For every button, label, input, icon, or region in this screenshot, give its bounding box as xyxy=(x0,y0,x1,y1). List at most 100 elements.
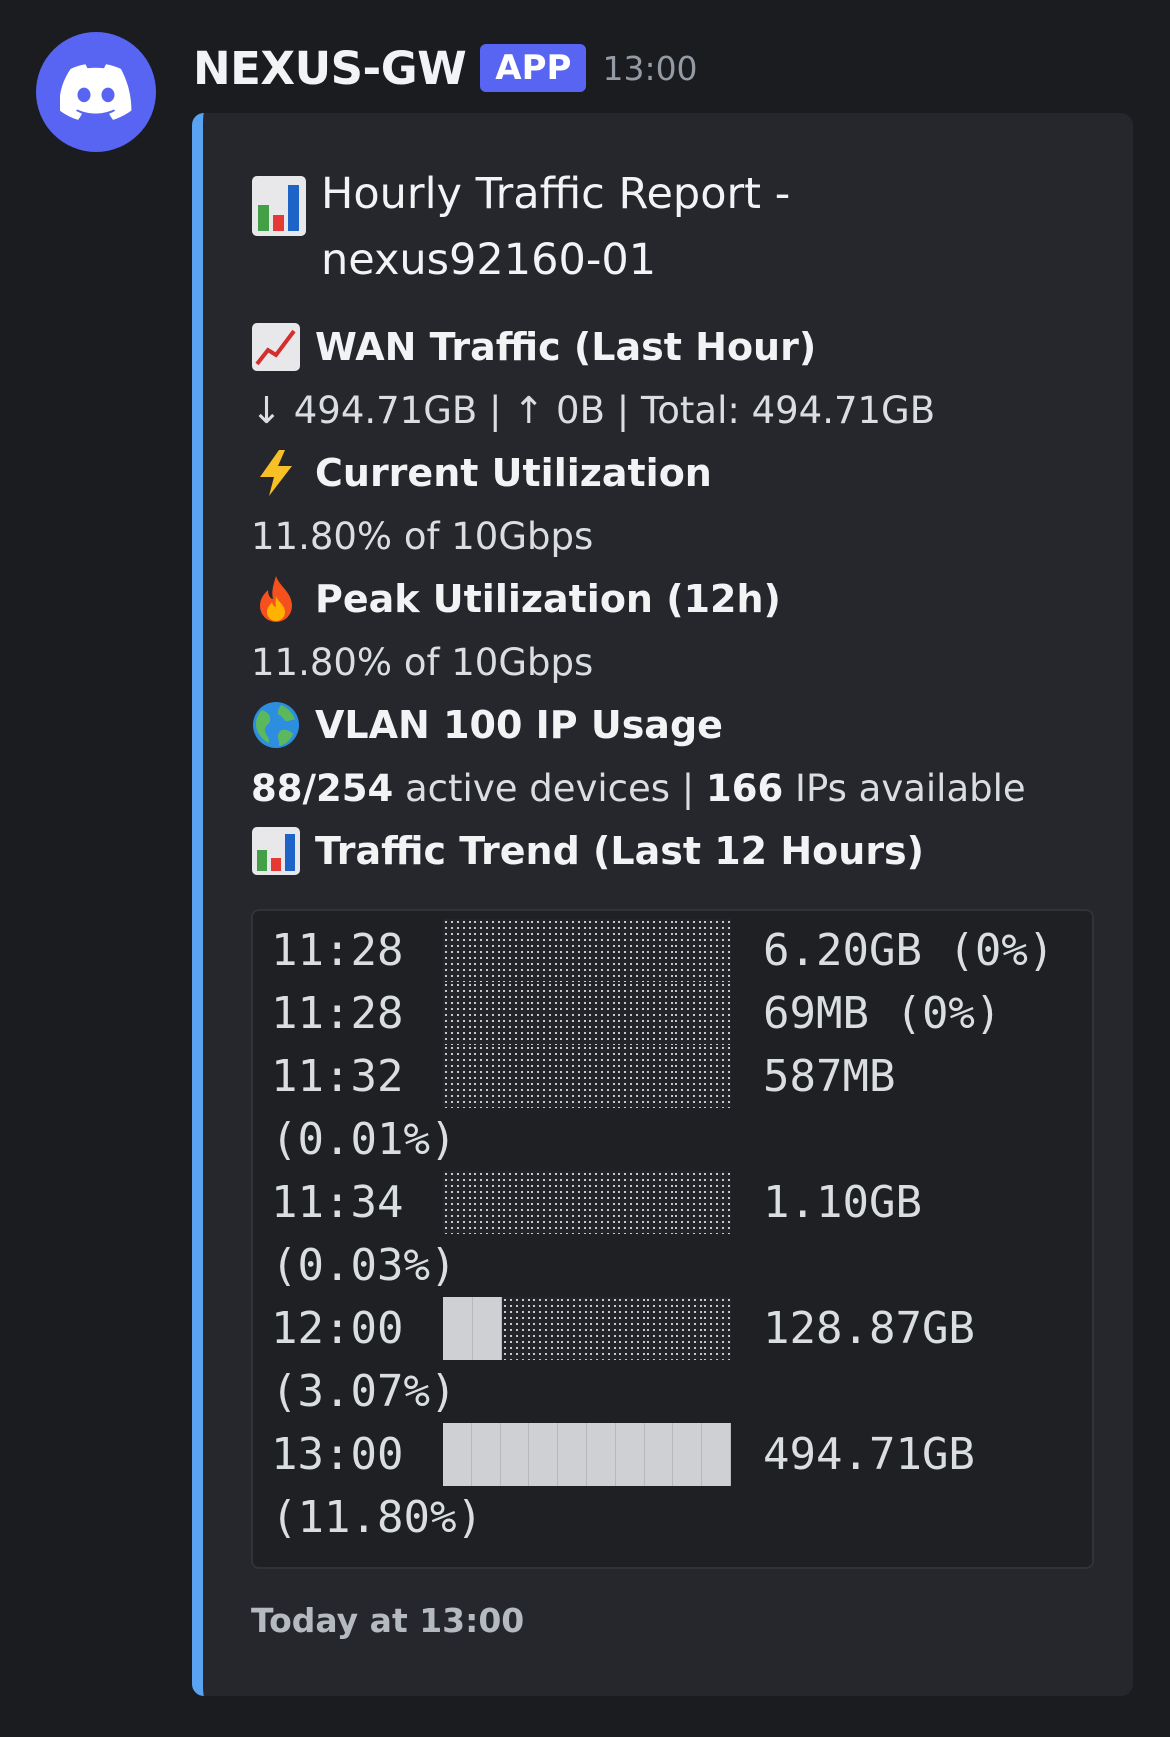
bar-cell-empty xyxy=(615,1045,645,1108)
trend-time: 12:00 xyxy=(271,1303,404,1354)
bar-cell-empty xyxy=(529,1171,559,1234)
trend-time: 11:28 xyxy=(271,925,404,976)
bar-cell-empty xyxy=(644,1171,674,1234)
field-label: Current Utilization xyxy=(315,451,712,495)
trend-percentage: (11.80%) xyxy=(271,1492,483,1543)
bar-cell-empty xyxy=(615,1171,645,1234)
bar-cell-empty xyxy=(615,919,645,982)
bar-cell-empty xyxy=(673,1171,703,1234)
bar-cell-empty xyxy=(530,1297,560,1360)
message-header: NEXUS-GW APP 13:00 xyxy=(193,38,698,98)
field-label: Traffic Trend (Last 12 Hours) xyxy=(315,829,925,873)
bar-chart-emoji-icon xyxy=(251,175,307,237)
bar-cell-empty xyxy=(615,982,645,1045)
bar-chart-emoji-icon xyxy=(251,826,301,876)
bot-avatar[interactable] xyxy=(36,32,156,152)
bar-cell-empty xyxy=(673,1045,703,1108)
bar-cell-empty xyxy=(443,1045,472,1108)
bar-cell-empty xyxy=(443,1171,472,1234)
available-ip-count: 166 xyxy=(706,766,784,810)
bar-cell-empty xyxy=(616,1297,646,1360)
bar-cell-empty xyxy=(586,982,616,1045)
embed-footer: Today at 13:00 xyxy=(251,1601,525,1640)
field-peak-utilization-value: 11.80% of 10Gbps xyxy=(251,640,594,684)
bar-cell-empty xyxy=(471,1171,501,1234)
bar-cell-empty xyxy=(500,919,530,982)
bar-cell-filled xyxy=(500,1423,530,1486)
trend-time: 11:28 xyxy=(271,988,404,1039)
trend-value: 1.10GB xyxy=(763,1177,922,1228)
field-wan-traffic-name: WAN Traffic (Last Hour) xyxy=(251,315,1093,379)
bar-cell-filled xyxy=(673,1423,703,1486)
bar-cell-filled xyxy=(529,1423,559,1486)
bar-cell-empty xyxy=(702,919,731,982)
field-vlan-usage-value: 88/254 active devices | 166 IPs availabl… xyxy=(251,757,1093,819)
bar-cell-empty xyxy=(502,1297,531,1360)
discord-logo-icon xyxy=(60,64,132,120)
author-name[interactable]: NEXUS-GW xyxy=(193,42,467,95)
bar-cell-empty xyxy=(443,919,472,982)
trend-percentage: (0.03%) xyxy=(271,1240,457,1291)
bar-cell-empty xyxy=(558,982,587,1045)
trend-value: 6.20GB (0%) xyxy=(763,925,1055,976)
app-badge: APP xyxy=(480,44,587,92)
field-label: Peak Utilization (12h) xyxy=(315,577,781,621)
bar-cell-empty xyxy=(529,982,559,1045)
bar-cell-empty xyxy=(471,982,501,1045)
bar-cell-empty xyxy=(471,919,501,982)
field-peak-utilization-name: Peak Utilization (12h) xyxy=(251,567,1093,631)
bar-cell-empty xyxy=(558,919,587,982)
bar-cell-empty xyxy=(673,1297,703,1360)
bar-cell-filled xyxy=(472,1297,503,1360)
available-ips-suffix: IPs available xyxy=(783,766,1026,810)
bar-cell-filled xyxy=(471,1423,501,1486)
bar-cell-filled xyxy=(702,1423,731,1486)
bar-cell-filled xyxy=(586,1423,616,1486)
bar-cell-empty xyxy=(702,1171,731,1234)
field-traffic-trend-name: Traffic Trend (Last 12 Hours) xyxy=(251,819,1093,883)
trend-value: 128.87GB xyxy=(763,1303,975,1354)
message-timestamp[interactable]: 13:00 xyxy=(602,49,697,88)
field-current-utilization-name: Current Utilization xyxy=(251,441,1093,505)
bar-cell-empty xyxy=(587,1297,617,1360)
high-voltage-emoji-icon xyxy=(251,448,301,498)
bar-cell-empty xyxy=(702,1045,731,1108)
bar-cell-empty xyxy=(586,1171,616,1234)
traffic-report-embed: Hourly Traffic Report - nexus92160-01 WA… xyxy=(192,113,1133,1696)
trend-time: 11:34 xyxy=(271,1177,404,1228)
bar-cell-empty xyxy=(645,1297,674,1360)
bar-cell-filled xyxy=(443,1423,472,1486)
field-wan-traffic-value: ↓ 494.71GB | ↑ 0B | Total: 494.71GB xyxy=(251,388,936,432)
bar-cell-empty xyxy=(500,982,530,1045)
chart-increasing-emoji-icon xyxy=(251,322,301,372)
field-label: WAN Traffic (Last Hour) xyxy=(315,325,817,369)
bar-cell-empty xyxy=(702,982,731,1045)
traffic-trend-codeblock[interactable]: 11:28 6.20GB (0%) 11:28 69MB (0%) 11:32 587MB… xyxy=(251,909,1094,1569)
field-current-utilization-value: 11.80% of 10Gbps xyxy=(251,514,594,558)
trend-time: 13:00 xyxy=(271,1429,404,1480)
bar-cell-empty xyxy=(443,982,472,1045)
trend-bar xyxy=(443,1171,731,1234)
trend-time: 11:32 xyxy=(271,1051,404,1102)
bar-cell-empty xyxy=(500,1045,530,1108)
bar-cell-empty xyxy=(558,1171,587,1234)
bar-cell-empty xyxy=(500,1171,530,1234)
field-vlan-usage-name: VLAN 100 IP Usage xyxy=(251,693,1093,757)
bar-cell-empty xyxy=(644,1045,674,1108)
bar-cell-empty xyxy=(586,919,616,982)
trend-bar xyxy=(443,1045,731,1108)
bar-cell-filled xyxy=(558,1423,587,1486)
bar-cell-empty xyxy=(644,919,674,982)
bar-cell-empty xyxy=(529,919,559,982)
bar-cell-empty xyxy=(644,982,674,1045)
bar-cell-empty xyxy=(558,1045,587,1108)
fire-emoji-icon xyxy=(251,574,301,624)
trend-value: 69MB (0%) xyxy=(763,988,1002,1039)
active-device-count: 88/254 xyxy=(251,766,394,810)
field-label: VLAN 100 IP Usage xyxy=(315,703,723,747)
bar-cell-filled xyxy=(615,1423,645,1486)
bar-cell-filled xyxy=(443,1297,473,1360)
trend-bar xyxy=(443,1297,731,1360)
bar-cell-empty xyxy=(673,919,703,982)
globe-emoji-icon xyxy=(251,700,301,750)
